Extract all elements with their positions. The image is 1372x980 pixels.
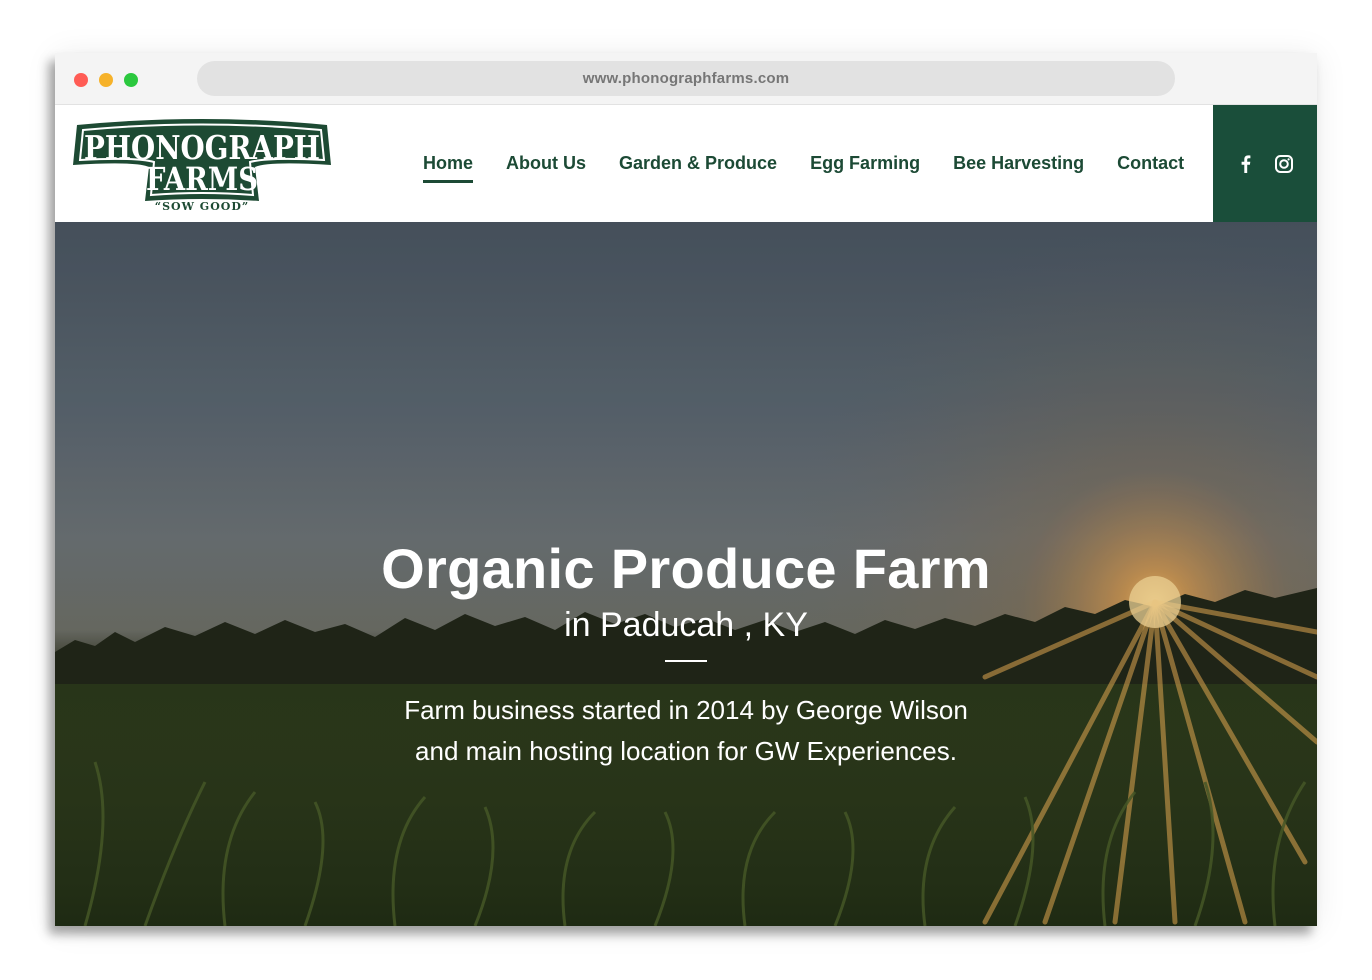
hero-subtitle: in Paducah , KY bbox=[564, 606, 808, 644]
site-logo[interactable]: PHONOGRAPH FARMS “SOW GOOD” bbox=[69, 117, 335, 213]
close-window-button[interactable] bbox=[74, 73, 88, 87]
hero-content: Organic Produce Farm in Paducah , KY Far… bbox=[55, 534, 1317, 772]
nav-home[interactable]: Home bbox=[423, 153, 474, 183]
nav-about-us[interactable]: About Us bbox=[506, 153, 586, 174]
site-header: PHONOGRAPH FARMS “SOW GOOD” Home About U… bbox=[55, 105, 1317, 222]
hero-banner: Organic Produce Farm in Paducah , KY Far… bbox=[55, 222, 1317, 926]
svg-text:FARMS: FARMS bbox=[146, 160, 258, 198]
maximize-window-button[interactable] bbox=[124, 73, 138, 87]
hero-description-line-1: Farm business started in 2014 by George … bbox=[404, 695, 968, 725]
instagram-icon[interactable] bbox=[1274, 154, 1294, 174]
nav-contact[interactable]: Contact bbox=[1117, 153, 1184, 174]
nav-garden-produce[interactable]: Garden & Produce bbox=[619, 153, 777, 174]
hero-title: Organic Produce Farm bbox=[381, 537, 991, 600]
facebook-icon[interactable] bbox=[1236, 154, 1256, 174]
minimize-window-button[interactable] bbox=[99, 73, 113, 87]
address-bar[interactable]: www.phonographfarms.com bbox=[197, 61, 1175, 96]
browser-window: www.phonographfarms.com PHONOGRAPH FARMS… bbox=[55, 53, 1317, 926]
svg-text:“SOW GOOD”: “SOW GOOD” bbox=[155, 200, 249, 213]
nav-egg-farming[interactable]: Egg Farming bbox=[810, 153, 920, 174]
browser-titlebar: www.phonographfarms.com bbox=[55, 53, 1317, 105]
social-links bbox=[1213, 105, 1317, 222]
main-nav: Home About Us Garden & Produce Egg Farmi… bbox=[423, 105, 1217, 222]
hero-description: Farm business started in 2014 by George … bbox=[55, 690, 1317, 772]
hero-description-line-2: and main hosting location for GW Experie… bbox=[415, 736, 957, 766]
hero-divider bbox=[665, 660, 707, 662]
address-bar-url: www.phonographfarms.com bbox=[582, 70, 790, 87]
nav-bee-harvesting[interactable]: Bee Harvesting bbox=[953, 153, 1084, 174]
